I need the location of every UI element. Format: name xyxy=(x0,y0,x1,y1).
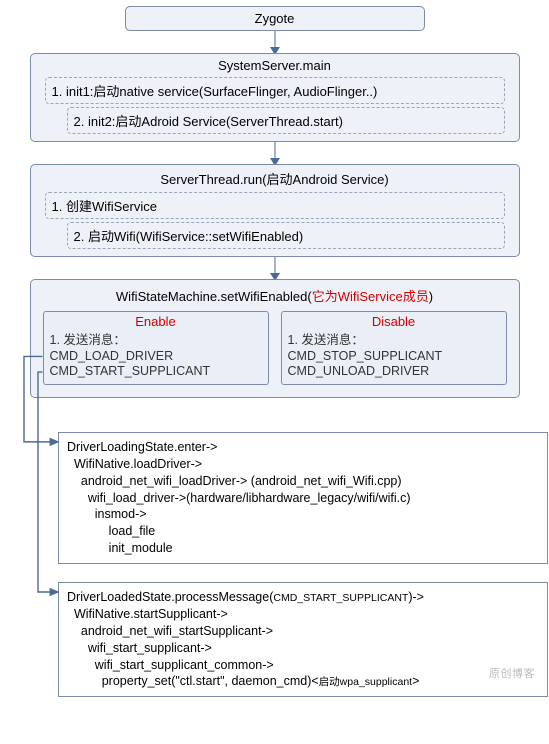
systemserver-title: SystemServer.main xyxy=(39,58,511,73)
disable-body: 1. 发送消息： CMD_STOP_SUPPLICANT CMD_UNLOAD_… xyxy=(282,331,506,384)
disable-header: Disable xyxy=(282,312,506,331)
wsm-title-prefix: WifiStateMachine.setWifiEnabled( xyxy=(116,289,312,304)
driverloading-box: DriverLoadingState.enter-> WifiNative.lo… xyxy=(58,432,548,564)
driverloaded-final-suffix: > xyxy=(412,674,419,688)
systemserver-step1: 1. init1:启动native service(SurfaceFlinger… xyxy=(45,77,505,104)
zygote-title: Zygote xyxy=(255,11,295,26)
wifistatemachine-title: WifiStateMachine.setWifiEnabled(它为WifiSe… xyxy=(37,286,513,305)
driverloaded-line1-small: CMD_START_SUPPLICANT xyxy=(273,592,408,604)
serverthread-step2: 2. 启动Wifi(WifiService::setWifiEnabled) xyxy=(67,222,505,249)
arrow-3 xyxy=(30,257,520,279)
driverloaded-line1: DriverLoadedState.processMessage( xyxy=(67,590,273,604)
driverloaded-rest: WifiNative.startSupplicant-> android_net… xyxy=(67,607,319,689)
enable-column: Enable 1. 发送消息： CMD_LOAD_DRIVER CMD_STAR… xyxy=(43,311,269,385)
serverthread-box: ServerThread.run(启动Android Service) 1. 创… xyxy=(30,164,520,257)
disable-cmd-unload-driver: CMD_UNLOAD_DRIVER xyxy=(288,364,500,380)
arrow-2 xyxy=(30,142,520,164)
enable-cmd-start-supplicant: CMD_START_SUPPLICANT xyxy=(50,364,262,380)
driverloading-text: DriverLoadingState.enter-> WifiNative.lo… xyxy=(67,440,411,555)
disable-column: Disable 1. 发送消息： CMD_STOP_SUPPLICANT CMD… xyxy=(281,311,507,385)
serverthread-title: ServerThread.run(启动Android Service) xyxy=(39,169,511,188)
wsm-title-suffix: ) xyxy=(429,289,433,304)
arrow-1 xyxy=(30,31,520,53)
enable-body: 1. 发送消息： CMD_LOAD_DRIVER CMD_START_SUPPL… xyxy=(44,331,268,384)
driverloaded-line1-suffix: )-> xyxy=(408,590,424,604)
disable-line1: 1. 发送消息： xyxy=(288,333,500,349)
driverloaded-final-small: 启动wpa_supplicant xyxy=(319,676,412,688)
serverthread-step1: 1. 创建WifiService xyxy=(45,192,505,219)
wifistatemachine-box: WifiStateMachine.setWifiEnabled(它为WifiSe… xyxy=(30,279,520,398)
disable-cmd-stop-supplicant: CMD_STOP_SUPPLICANT xyxy=(288,349,500,365)
zygote-box: Zygote xyxy=(125,6,425,31)
driverloaded-box: DriverLoadedState.processMessage(CMD_STA… xyxy=(58,582,548,697)
wsm-title-red: 它为WifiService成员 xyxy=(312,289,429,304)
enable-cmd-load-driver: CMD_LOAD_DRIVER xyxy=(50,349,262,365)
systemserver-step2: 2. init2:启动Adroid Service(ServerThread.s… xyxy=(67,107,505,134)
systemserver-box: SystemServer.main 1. init1:启动native serv… xyxy=(30,53,520,142)
enable-header: Enable xyxy=(44,312,268,331)
enable-line1: 1. 发送消息： xyxy=(50,333,262,349)
watermark: 原创博客 xyxy=(489,665,535,681)
